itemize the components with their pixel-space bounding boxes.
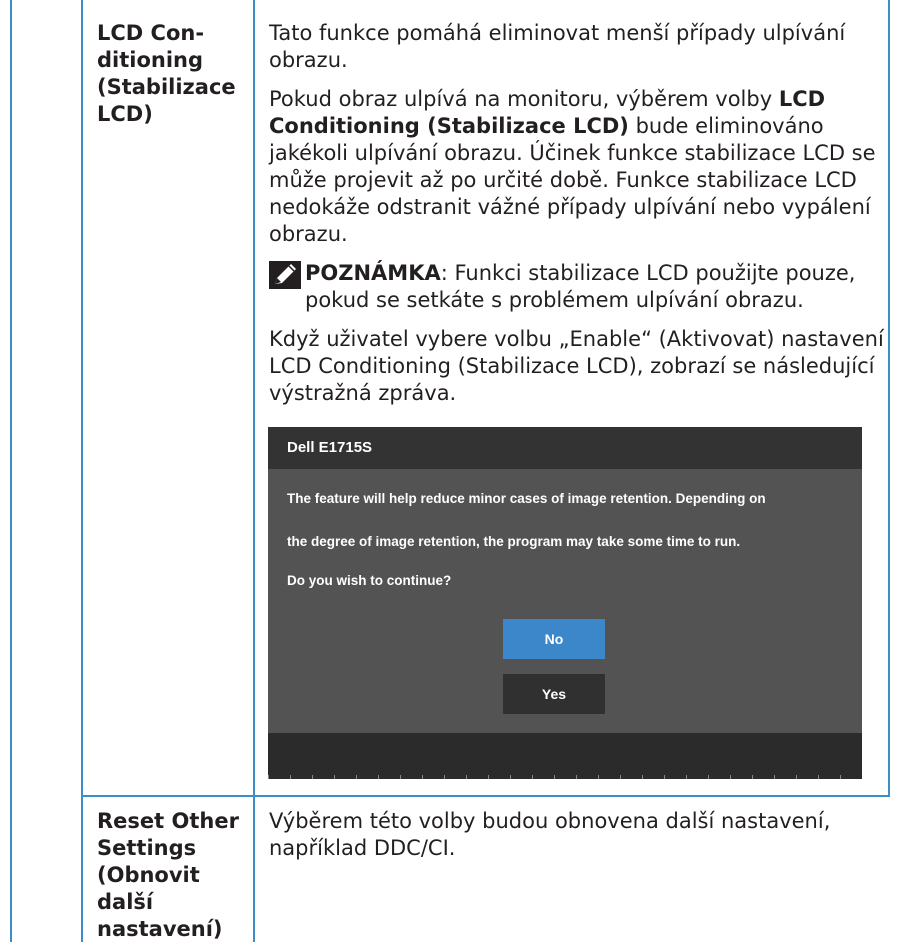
osd-yes-button[interactable]: Yes [503,674,605,714]
row-divider [81,795,890,797]
explanation-text-start: Pokud obraz ulpívá na monitoru, výběrem … [269,87,779,111]
pencil-note-icon [269,261,301,289]
row-description-reset-other-settings: Výběrem této volby budou obnovena další … [269,808,889,874]
note-label: POZNÁMKA [305,261,441,285]
table-column-divider-2 [253,0,255,942]
paragraph-reset-description: Výběrem této volby budou obnovena další … [269,809,831,860]
paragraph-intro: Tato funkce pomáhá eliminovat menší příp… [269,21,846,72]
table-column-divider-1 [81,0,83,942]
row-description-lcd-conditioning: Tato funkce pomáhá eliminovat menší příp… [269,20,889,419]
table-left-border [10,0,12,942]
osd-dialog-title: Dell E1715S [268,427,862,469]
osd-message-line-1: The feature will help reduce minor cases… [287,491,766,506]
paragraph-explanation: Pokud obraz ulpívá na monitoru, výběrem … [269,86,889,248]
row-label-lcd-conditioning: LCD Con- ditioning (Stabilizace LCD) [97,21,236,126]
osd-footer-dots [268,775,862,779]
note: POZNÁMKA: Funkci stabilizace LCD použijt… [269,260,889,314]
osd-message-line-3: Do you wish to continue? [287,573,452,588]
osd-message-line-2: the degree of image retention, the progr… [287,534,741,549]
osd-footer-bar [268,733,862,779]
osd-no-button[interactable]: No [503,619,605,659]
osd-warning-dialog: Dell E1715S The feature will help reduce… [268,427,862,779]
paragraph-warning-intro: Když uživatel vybere volbu „Enable“ (Akt… [269,327,884,405]
row-label-reset-other-settings: Reset Other Settings (Obnovit další nast… [97,809,239,941]
